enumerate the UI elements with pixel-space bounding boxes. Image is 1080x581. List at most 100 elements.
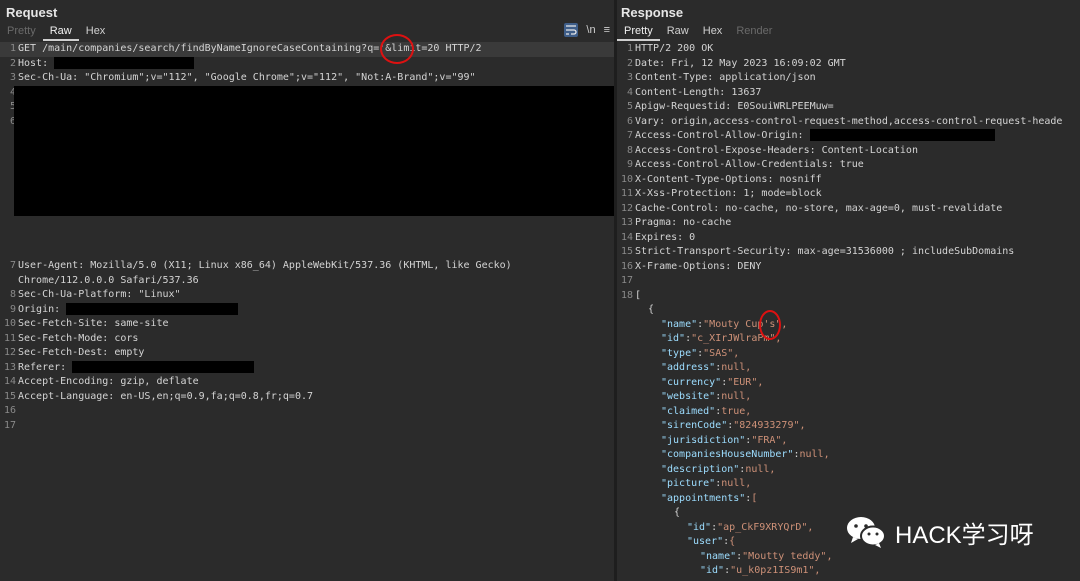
line-text: Access-Control-Allow-Credentials: true xyxy=(635,158,864,173)
request-title: Request xyxy=(6,5,58,20)
line-text: [ xyxy=(635,289,641,304)
json-line: "type":"SAS", xyxy=(617,347,1080,362)
line-number: 4 xyxy=(626,86,633,98)
wrap-lines-icon[interactable] xyxy=(564,23,579,37)
code-line: 4 Content-Length: 13637 xyxy=(617,86,1080,101)
code-line: 17 xyxy=(617,274,1080,289)
response-title: Response xyxy=(621,5,684,20)
json-value: "SAS", xyxy=(703,347,740,359)
redacted-token-block xyxy=(14,86,614,216)
json-text: "website":null, xyxy=(635,390,751,405)
json-key: "id" xyxy=(661,333,686,344)
json-value: true, xyxy=(721,405,752,417)
line-number: 11 xyxy=(620,188,633,199)
line-content: Content-Type: application/json xyxy=(635,72,816,83)
line-number: 3 xyxy=(9,72,16,83)
json-text: "id":"u_k0pz1IS9m1", xyxy=(635,564,820,579)
line-content: Pragma: no-cache xyxy=(635,217,732,228)
line-content: [ xyxy=(635,289,642,301)
response-tab-pretty[interactable]: Pretty xyxy=(617,23,660,41)
line-text: Strict-Transport-Security: max-age=31536… xyxy=(635,245,1014,260)
line-text: Pragma: no-cache xyxy=(635,216,731,231)
line-text: Sec-Fetch-Mode: cors xyxy=(18,332,138,347)
request-tab-hex[interactable]: Hex xyxy=(79,23,113,41)
request-pane: Request Pretty Raw Hex \n ≡ 1 GET /main/c… xyxy=(0,0,614,581)
wechat-icon xyxy=(847,517,886,548)
json-value: null, xyxy=(721,391,752,402)
json-key: "id" xyxy=(700,565,725,576)
menu-icon[interactable]: ≡ xyxy=(604,24,610,36)
json-value: "824933279", xyxy=(733,420,806,431)
response-tab-render[interactable]: Render xyxy=(729,23,779,41)
json-text: "currency":"EUR", xyxy=(635,376,763,391)
json-text: "id":"c_XIrJWlraPm", xyxy=(635,332,781,347)
json-key: "companiesHouseNumber" xyxy=(661,449,794,460)
line-text: X-Frame-Options: DENY xyxy=(635,260,761,275)
json-line: "address":null, xyxy=(617,361,1080,376)
json-value: "u_k0pz1IS9m1", xyxy=(730,565,821,576)
line-number: 1 xyxy=(9,43,16,54)
line-content: Sec-Fetch-Dest: empty xyxy=(18,347,145,358)
json-key: "name" xyxy=(661,318,698,330)
json-value: null, xyxy=(799,449,830,460)
line-content: Date: Fri, 12 May 2023 16:09:02 GMT xyxy=(635,57,846,69)
code-line: 14 Accept-Encoding: gzip, deflate xyxy=(0,375,614,390)
json-key: "claimed" xyxy=(661,405,716,417)
code-line: 1 GET /main/companies/search/findByNameIg… xyxy=(0,42,614,57)
line-number: 3 xyxy=(626,72,633,83)
json-text: { xyxy=(635,303,654,318)
line-text: Date: Fri, 12 May 2023 16:09:02 GMT xyxy=(635,57,846,72)
code-line: 13 Pragma: no-cache xyxy=(617,216,1080,231)
response-tab-raw[interactable]: Raw xyxy=(660,23,696,41)
line-number: 16 xyxy=(620,260,633,272)
json-line: "website":null, xyxy=(617,390,1080,405)
line-number: 5 xyxy=(626,101,633,112)
json-key: "picture" xyxy=(661,478,716,489)
code-line: 16 xyxy=(0,404,614,419)
line-text: Cache-Control: no-cache, no-store, max-a… xyxy=(635,202,1002,217)
line-number: 15 xyxy=(620,246,633,257)
line-content: Sec-Ch-Ua: "Chromium";v="112", "Google C… xyxy=(18,72,476,83)
redacted-bar xyxy=(54,56,195,69)
code-line: 12 Sec-Fetch-Dest: empty xyxy=(0,346,614,361)
code-line: 12 Cache-Control: no-cache, no-store, max… xyxy=(617,202,1080,217)
line-number: 6 xyxy=(626,115,633,127)
line-number: 13 xyxy=(3,361,16,373)
json-line: "companiesHouseNumber":null, xyxy=(617,448,1080,463)
json-text: "name":"Moutty teddy", xyxy=(635,550,832,565)
line-content: Origin: xyxy=(18,303,67,315)
request-tab-pretty[interactable]: Pretty xyxy=(0,23,43,41)
line-content: Accept-Language: en-US,en;q=0.9,fa;q=0.8… xyxy=(18,390,314,402)
json-line: "sirenCode":"824933279", xyxy=(617,419,1080,434)
line-content: Expires: 0 xyxy=(635,231,696,243)
line-text: Sec-Fetch-Site: same-site xyxy=(18,317,169,332)
line-number: 7 xyxy=(9,260,16,271)
line-content: X-Frame-Options: DENY xyxy=(635,260,762,272)
request-tab-raw[interactable]: Raw xyxy=(42,23,79,41)
line-text: Referer: xyxy=(18,360,255,376)
json-text: "address":null, xyxy=(635,361,751,376)
line-text: HTTP/2 200 OK xyxy=(635,42,713,57)
response-editor[interactable]: 1 HTTP/2 200 OK 2 Date: Fri, 12 May 2023 16… xyxy=(617,42,1080,581)
line-number: 11 xyxy=(3,332,16,344)
json-line: "id":"c_XIrJWlraPm", xyxy=(617,332,1080,347)
line-number: 13 xyxy=(620,217,633,228)
code-line: 9 Access-Control-Allow-Credentials: true xyxy=(617,158,1080,173)
json-line: { xyxy=(617,303,1080,318)
json-key: "currency" xyxy=(661,376,722,388)
json-key: "sirenCode" xyxy=(661,420,728,431)
code-line: 15 Strict-Transport-Security: max-age=315… xyxy=(617,245,1080,260)
json-line: "claimed":true, xyxy=(617,405,1080,420)
response-pane: Response Pretty Raw Hex Render 1 HTTP/2 2… xyxy=(617,0,1080,581)
response-tab-hex[interactable]: Hex xyxy=(696,23,730,41)
code-line: 9 Origin: xyxy=(0,302,614,318)
line-text: User-Agent: Mozilla/5.0 (X11; Linux x86_… xyxy=(18,259,512,274)
line-text: Accept-Language: en-US,en;q=0.9,fa;q=0.8… xyxy=(18,390,313,405)
line-text: Expires: 0 xyxy=(635,231,695,246)
line-text: Access-Control-Expose-Headers: Content-L… xyxy=(635,144,918,159)
json-value: [ xyxy=(751,492,758,504)
json-value: "Moutty teddy", xyxy=(742,550,833,562)
json-key: "user" xyxy=(687,536,724,547)
newline-toggle-icon[interactable]: \n xyxy=(586,24,595,36)
request-tabs: Pretty Raw Hex xyxy=(0,23,112,41)
